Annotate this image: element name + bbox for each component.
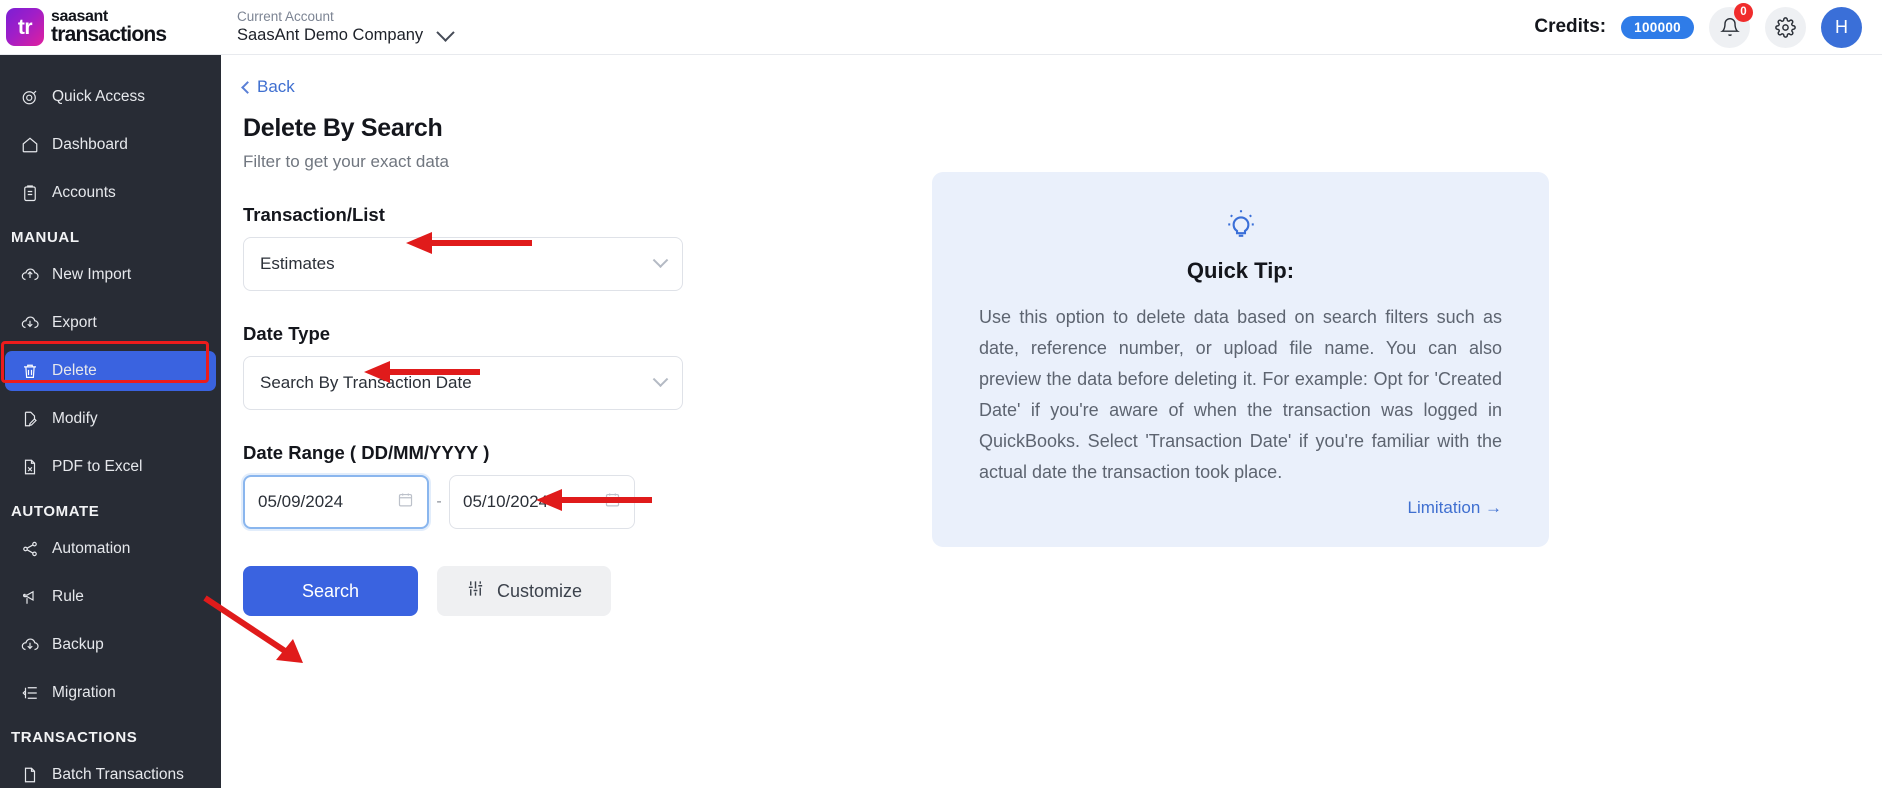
sidebar-item-quick-access[interactable]: Quick Access <box>5 77 216 117</box>
page-title: Delete By Search <box>243 114 443 142</box>
trash-icon <box>19 362 41 380</box>
sidebar-item-migration[interactable]: Migration <box>5 673 216 713</box>
clipboard-icon <box>19 184 41 202</box>
sidebar-section-transactions: TRANSACTIONS <box>11 729 138 746</box>
sidebar-item-automation[interactable]: Automation <box>5 529 216 569</box>
credits-badge[interactable]: 100000 <box>1621 15 1694 39</box>
sidebar-item-label: Migration <box>52 684 116 701</box>
transaction-list-value: Estimates <box>260 254 335 273</box>
sidebar-item-export[interactable]: Export <box>5 303 216 343</box>
sidebar-item-label: PDF to Excel <box>52 458 143 475</box>
transaction-list-select[interactable]: Estimates <box>243 237 683 291</box>
sidebar-item-label: Delete <box>52 362 97 379</box>
app-root: tr saasant transactions Current Account … <box>0 0 1882 788</box>
sidebar-item-new-import[interactable]: New Import <box>5 255 216 295</box>
date-type-select[interactable]: Search By Transaction Date <box>243 356 683 410</box>
page-subtitle: Filter to get your exact data <box>243 152 449 171</box>
user-avatar[interactable]: H <box>1821 6 1862 48</box>
file-edit-icon <box>19 410 41 428</box>
sidebar-item-delete[interactable]: Delete <box>5 351 216 391</box>
migration-icon <box>19 684 41 702</box>
account-label: Current Account <box>237 8 334 24</box>
date-from-input[interactable]: 05/09/2024 <box>243 475 429 529</box>
gear-icon <box>1775 16 1796 38</box>
sidebar-item-label: Quick Access <box>52 88 146 105</box>
cloud-upload-icon <box>19 266 41 284</box>
app-logo[interactable]: tr saasant transactions <box>0 8 215 46</box>
sidebar-item-rule[interactable]: Rule <box>5 577 216 617</box>
date-from-value: 05/09/2024 <box>258 492 344 511</box>
lightbulb-icon <box>1224 210 1258 246</box>
quick-tip-title: Quick Tip: <box>1186 258 1295 283</box>
sidebar-item-label: Batch Transactions <box>52 766 184 783</box>
quick-tip-body: Use this option to delete data based on … <box>979 307 1502 482</box>
notifications-button[interactable]: 0 <box>1709 2 1753 48</box>
limitation-link[interactable]: Limitation → <box>979 498 1502 518</box>
calendar-icon[interactable] <box>604 491 621 513</box>
sidebar-item-modify[interactable]: Modify <box>5 399 216 439</box>
document-icon <box>19 766 41 784</box>
bell-icon <box>1719 18 1740 36</box>
top-header: tr saasant transactions Current Account … <box>0 0 1882 55</box>
cloud-download-icon <box>19 314 41 332</box>
target-icon <box>19 88 41 106</box>
account-name: SaasAnt Demo Company <box>237 26 424 45</box>
back-link[interactable]: Back <box>221 55 1882 97</box>
home-icon <box>19 136 41 154</box>
date-range-separator: - <box>436 493 442 510</box>
quick-tip-card: Quick Tip: Use this option to delete dat… <box>932 172 1549 547</box>
cloud-download-icon <box>19 636 41 654</box>
sidebar-item-label: Export <box>52 314 97 331</box>
sidebar-item-label: Accounts <box>52 184 116 201</box>
sidebar-item-label: New Import <box>52 266 132 283</box>
sidebar-item-label: Backup <box>52 636 104 653</box>
sidebar-item-label: Rule <box>52 588 84 605</box>
date-to-value: 05/10/2024 <box>463 492 549 511</box>
account-switcher[interactable]: Current Account SaasAnt Demo Company <box>237 8 455 45</box>
sidebar-item-label: Dashboard <box>52 136 128 153</box>
chevron-down-icon <box>652 251 669 268</box>
date-type-value: Search By Transaction Date <box>260 373 472 392</box>
saasant-logo-icon: tr <box>6 8 44 46</box>
chevron-down-icon[interactable] <box>436 23 455 43</box>
sidebar-item-accounts[interactable]: Accounts <box>5 173 216 213</box>
sidebar-section-manual: MANUAL <box>11 229 80 246</box>
customize-label: Customize <box>497 580 583 601</box>
search-button[interactable]: Search <box>243 566 418 616</box>
form-actions: Search Customize <box>243 566 1882 616</box>
sidebar-item-batch-transactions[interactable]: Batch Transactions <box>5 755 216 788</box>
logo-line-2: transactions <box>51 23 167 46</box>
customize-button[interactable]: Customize <box>437 566 612 616</box>
chevron-left-icon <box>241 80 254 94</box>
sidebar-section-automate: AUTOMATE <box>11 503 100 520</box>
date-to-input[interactable]: 05/10/2024 <box>449 475 635 529</box>
settings-button[interactable] <box>1765 6 1806 48</box>
megaphone-icon <box>19 588 41 606</box>
notification-count-badge: 0 <box>1734 2 1753 22</box>
back-label: Back <box>257 77 295 96</box>
sliders-icon <box>466 579 485 603</box>
sidebar-item-pdf-to-excel[interactable]: PDF to Excel <box>5 447 216 487</box>
sidebar-nav: Quick Access Dashboard Accounts MANUAL N… <box>0 55 221 788</box>
pdf-file-icon <box>19 458 41 476</box>
header-actions: Credits: 100000 0 H <box>1534 2 1882 48</box>
share-nodes-icon <box>19 540 41 558</box>
sidebar-item-label: Automation <box>52 540 131 557</box>
sidebar-item-backup[interactable]: Backup <box>5 625 216 665</box>
sidebar-item-dashboard[interactable]: Dashboard <box>5 125 216 165</box>
sidebar-item-label: Modify <box>52 410 98 427</box>
calendar-icon[interactable] <box>397 491 414 513</box>
main-content: Back Delete By Search Filter to get your… <box>221 55 1882 788</box>
chevron-down-icon <box>652 370 669 387</box>
credits-label: Credits: <box>1534 16 1607 37</box>
